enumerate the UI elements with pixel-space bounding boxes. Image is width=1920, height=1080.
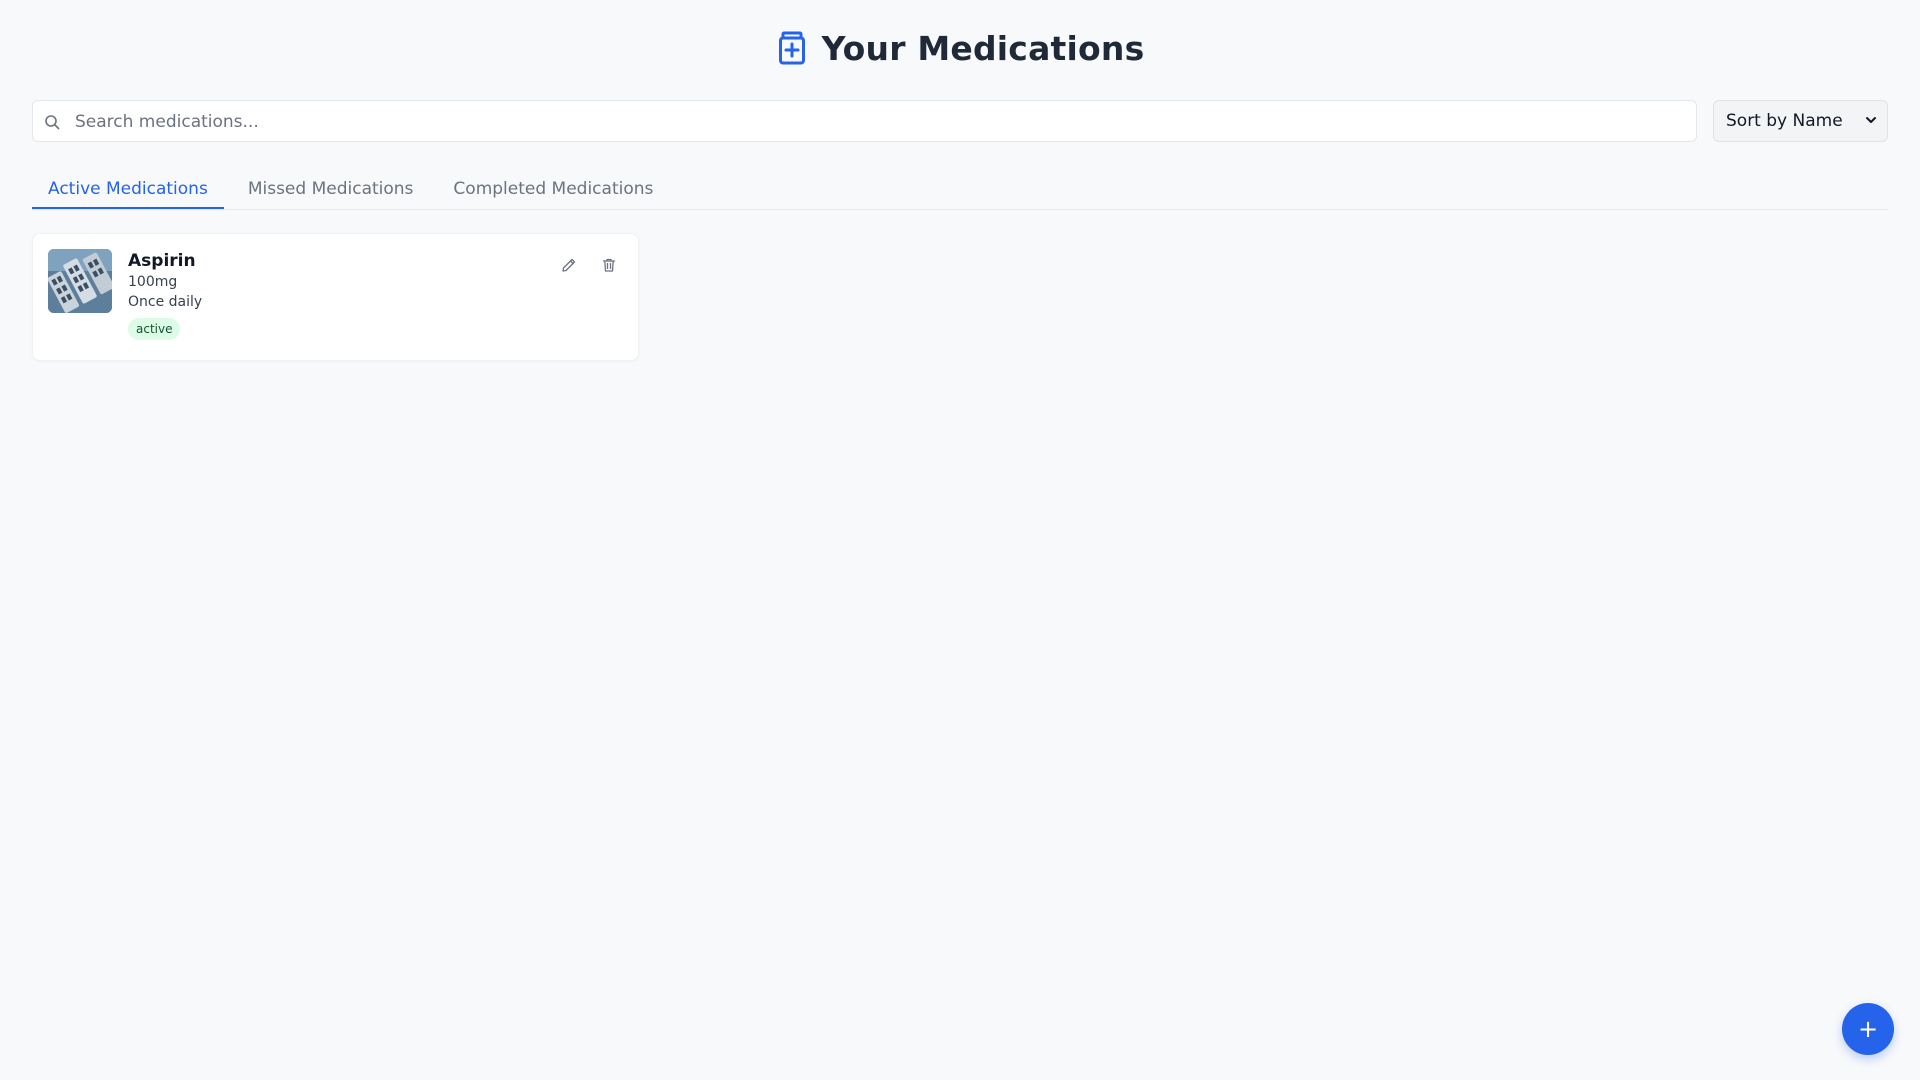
medications-page: Your Medications Sort by Name Active Med… bbox=[0, 0, 1920, 1080]
medicine-bottle-icon bbox=[776, 28, 808, 68]
edit-icon[interactable] bbox=[560, 256, 578, 274]
sort-select[interactable]: Sort by Name bbox=[1713, 100, 1888, 142]
medication-info: Aspirin 100mg Once daily active bbox=[128, 250, 202, 340]
sort-select-value: Sort by Name bbox=[1726, 111, 1843, 131]
medication-tabs: Active Medications Missed Medications Co… bbox=[32, 170, 1888, 210]
chevron-down-icon bbox=[1865, 111, 1877, 131]
page-header: Your Medications bbox=[0, 28, 1920, 68]
toolbar: Sort by Name bbox=[32, 100, 1888, 143]
card-actions bbox=[560, 256, 618, 274]
tab-completed-medications[interactable]: Completed Medications bbox=[437, 170, 669, 208]
medication-dosage: 100mg bbox=[128, 274, 178, 290]
search-input[interactable] bbox=[73, 101, 1677, 143]
trash-icon[interactable] bbox=[600, 256, 618, 274]
status-badge: active bbox=[128, 318, 181, 340]
add-medication-button[interactable]: + bbox=[1842, 1003, 1894, 1055]
search-icon bbox=[44, 114, 60, 130]
page-title: Your Medications bbox=[821, 28, 1145, 68]
medication-frequency: Once daily bbox=[128, 294, 203, 310]
search-box[interactable] bbox=[32, 100, 1697, 143]
plus-icon: + bbox=[1857, 1015, 1879, 1043]
medication-card[interactable]: Aspirin 100mg Once daily active bbox=[32, 233, 639, 361]
medication-image bbox=[48, 249, 112, 313]
tab-missed-medications[interactable]: Missed Medications bbox=[232, 170, 430, 208]
tab-active-medications[interactable]: Active Medications bbox=[32, 170, 224, 209]
medication-name: Aspirin bbox=[128, 251, 196, 271]
